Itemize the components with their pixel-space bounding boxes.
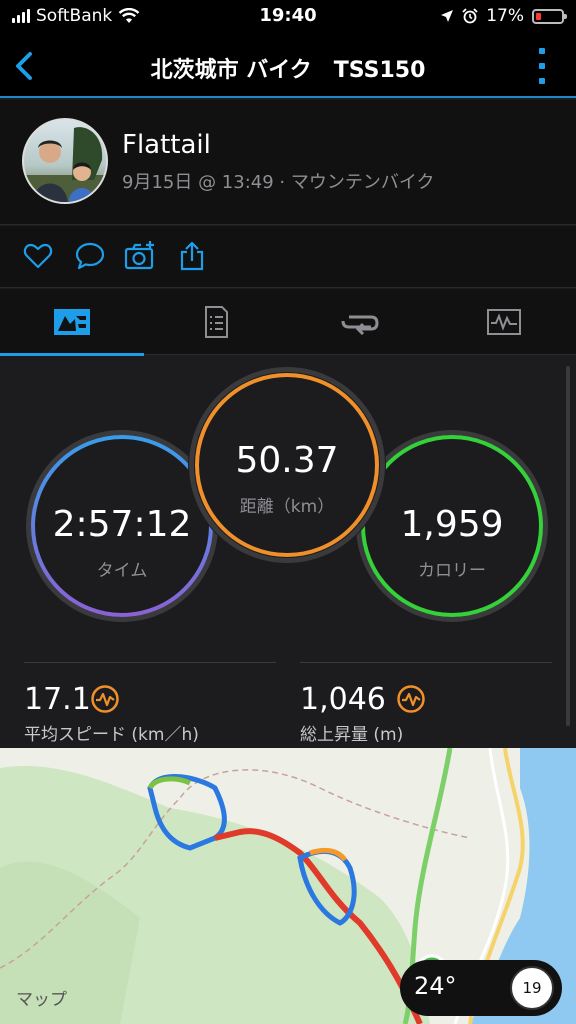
avg-speed-value: 17.1 bbox=[24, 682, 91, 717]
tab-overview[interactable] bbox=[0, 289, 144, 356]
laps-icon bbox=[341, 315, 379, 335]
temperature: 24° bbox=[414, 972, 457, 1000]
location-arrow-icon bbox=[441, 10, 454, 22]
tab-details[interactable] bbox=[144, 289, 288, 355]
tab-charts[interactable] bbox=[432, 289, 576, 355]
heart-icon[interactable] bbox=[22, 240, 54, 272]
page-title: 北茨城市 バイク TSS150 bbox=[150, 58, 426, 83]
more-vertical-icon[interactable] bbox=[538, 48, 546, 84]
elevation-value: 1,046 bbox=[300, 682, 386, 717]
user-name[interactable]: Flattail bbox=[122, 130, 211, 160]
activity-header: Flattail 9月15日 @ 13:49 · マウンテンバイク bbox=[0, 100, 576, 225]
camera-add-icon[interactable] bbox=[124, 240, 156, 272]
divider bbox=[300, 662, 552, 663]
comment-icon[interactable] bbox=[74, 240, 106, 272]
route-map[interactable]: マップ 24° 19 bbox=[0, 748, 576, 1024]
distance-ring: 50.37 距離（km） bbox=[188, 366, 386, 564]
scroll-indicator[interactable] bbox=[566, 366, 570, 726]
status-bar: SoftBank 19:40 17% bbox=[0, 0, 576, 34]
weather-badge: 19 bbox=[510, 966, 554, 1010]
overview-icon bbox=[54, 309, 90, 335]
activity-meta: 9月15日 @ 13:49 · マウンテンバイク bbox=[122, 172, 435, 193]
nav-bar: 北茨城市 バイク TSS150 bbox=[0, 34, 576, 98]
avg-speed-label: 平均スピード (km／h) bbox=[24, 725, 199, 745]
pulse-badge-icon[interactable] bbox=[396, 684, 426, 714]
share-icon[interactable] bbox=[176, 240, 208, 272]
tab-bar bbox=[0, 289, 576, 356]
avatar[interactable] bbox=[22, 118, 108, 204]
chevron-left-icon[interactable] bbox=[10, 48, 40, 84]
action-bar bbox=[0, 226, 576, 288]
details-icon bbox=[205, 306, 228, 338]
elevation-label: 総上昇量 (m) bbox=[300, 725, 404, 745]
divider bbox=[24, 662, 276, 663]
map-attribution: マップ bbox=[16, 990, 67, 1010]
alarm-icon bbox=[462, 8, 478, 24]
stats-panel: 2:57:12 タイム 1,959 カロリー 50.37 距離（km） 17.1… bbox=[0, 356, 576, 748]
pulse-badge-icon[interactable] bbox=[90, 684, 120, 714]
battery-percent: 17% bbox=[486, 6, 524, 26]
distance-value: 50.37 bbox=[235, 440, 339, 481]
distance-label: 距離（km） bbox=[239, 497, 335, 517]
tab-laps[interactable] bbox=[288, 289, 432, 355]
chart-icon bbox=[487, 309, 521, 335]
weather-widget[interactable]: 24° 19 bbox=[400, 960, 562, 1016]
battery-icon bbox=[532, 8, 567, 24]
